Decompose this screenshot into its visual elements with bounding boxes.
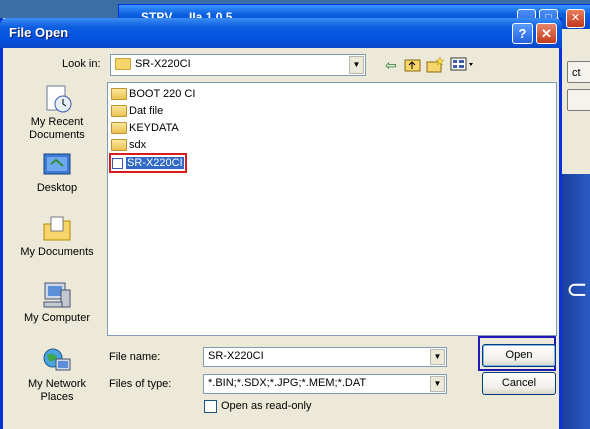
- list-item[interactable]: BOOT 220 CI: [111, 86, 195, 102]
- new-folder-icon[interactable]: [426, 56, 446, 74]
- background-panel: ⊂: [562, 174, 590, 429]
- close-button[interactable]: ✕: [536, 23, 557, 44]
- place-desktop[interactable]: Desktop: [13, 150, 101, 195]
- files-of-type-value: *.BIN;*.SDX;*.JPG;*.MEM;*.DAT: [208, 377, 367, 389]
- read-only-label: Open as read-only: [221, 400, 312, 412]
- folder-icon: [115, 58, 131, 71]
- files-of-type-dropdown[interactable]: *.BIN;*.SDX;*.JPG;*.MEM;*.DAT ▼: [203, 374, 447, 394]
- folder-icon: [111, 88, 127, 101]
- dialog-title: File Open: [9, 25, 69, 40]
- place-label: Desktop: [36, 182, 78, 194]
- background-side-button-2[interactable]: [567, 89, 590, 111]
- place-my-network-places[interactable]: My Network Places: [13, 346, 101, 404]
- place-label: My Computer: [23, 312, 91, 324]
- place-my-recent-documents[interactable]: My Recent Documents: [13, 84, 101, 142]
- folder-icon: [111, 105, 127, 118]
- place-my-documents[interactable]: My Documents: [13, 214, 101, 259]
- background-side-button[interactable]: ct: [567, 61, 590, 83]
- chevron-down-icon[interactable]: ▼: [430, 349, 445, 365]
- folder-icon: [111, 122, 127, 135]
- back-arrow-icon[interactable]: ⇦: [381, 56, 401, 74]
- list-item[interactable]: sdx: [111, 137, 146, 153]
- place-label: My Network Places: [27, 378, 87, 403]
- file-open-dialog: File Open ? ✕ Look in: SR-X220CI ▼ ⇦ My …: [0, 18, 562, 429]
- file-list[interactable]: BOOT 220 CI Dat file KEYDATA sdx SR-X220…: [107, 82, 557, 336]
- help-button[interactable]: ?: [512, 23, 533, 44]
- look-in-label: Look in:: [62, 58, 101, 70]
- place-my-computer[interactable]: My Computer: [13, 280, 101, 325]
- list-item-selected[interactable]: SR-X220CI: [109, 153, 187, 173]
- look-in-value: SR-X220CI: [135, 58, 191, 70]
- place-label: My Documents: [20, 246, 94, 258]
- file-name-value: SR-X220CI: [208, 350, 264, 362]
- up-folder-icon[interactable]: [403, 56, 423, 74]
- file-name-input[interactable]: SR-X220CI ▼: [203, 347, 447, 367]
- chevron-down-icon[interactable]: ▼: [349, 56, 364, 74]
- view-menu-icon[interactable]: [450, 56, 476, 74]
- chevron-down-icon[interactable]: ▼: [430, 376, 445, 392]
- title-bar: File Open ? ✕: [0, 18, 562, 48]
- file-name-label: File name:: [109, 351, 161, 363]
- read-only-checkbox[interactable]: [204, 400, 217, 413]
- list-item[interactable]: KEYDATA: [111, 120, 179, 136]
- open-button[interactable]: Open: [482, 344, 556, 367]
- desktop-icon: [41, 150, 73, 180]
- folder-icon: [111, 139, 127, 152]
- background-close-button[interactable]: ✕: [566, 9, 585, 28]
- my-documents-icon: [41, 214, 73, 244]
- cancel-button[interactable]: Cancel: [482, 372, 556, 395]
- look-in-dropdown[interactable]: SR-X220CI ▼: [110, 54, 366, 76]
- network-places-icon: [41, 346, 73, 376]
- recent-documents-icon: [41, 84, 73, 114]
- place-label: My Recent Documents: [29, 116, 85, 141]
- file-icon: [112, 157, 123, 169]
- list-item[interactable]: Dat file: [111, 103, 163, 119]
- my-computer-icon: [41, 280, 73, 310]
- files-of-type-label: Files of type:: [109, 378, 172, 390]
